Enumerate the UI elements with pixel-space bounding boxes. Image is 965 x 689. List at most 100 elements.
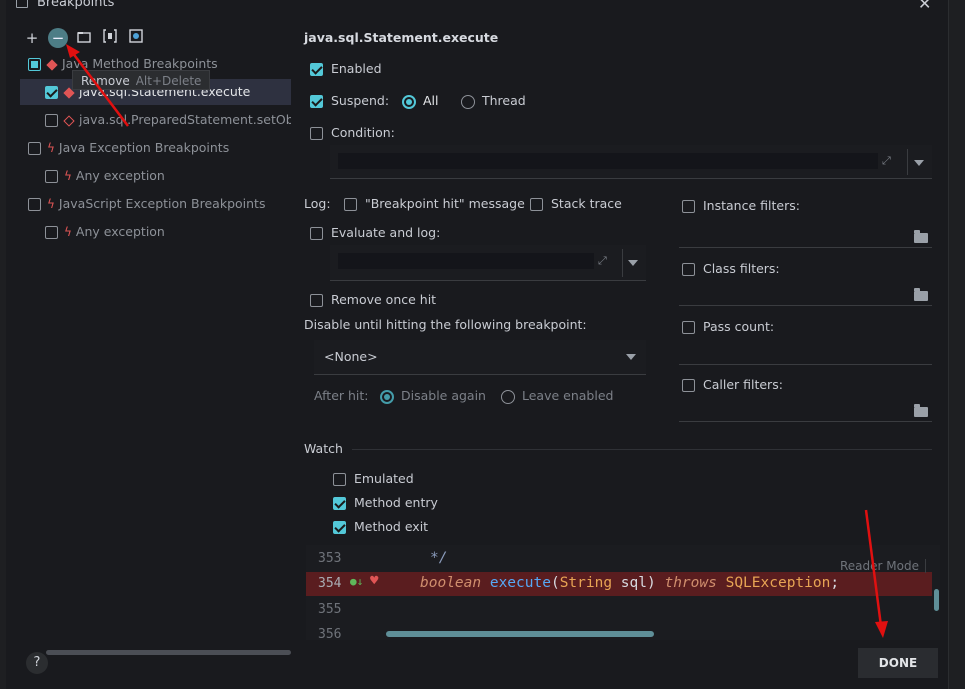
implementation-gutter-icon[interactable]: ●↓ [350, 575, 363, 588]
disable-until-label: Disable until hitting the following brea… [304, 317, 587, 332]
folder-icon[interactable] [914, 404, 928, 417]
dropdown-arrow-icon[interactable] [914, 160, 924, 166]
breakpoint-checkbox[interactable] [45, 114, 58, 127]
enabled-label: Enabled [330, 61, 382, 76]
enabled-checkbox[interactable] [310, 63, 323, 76]
expand-icon[interactable]: ⤢ [882, 154, 891, 168]
breakpoint-view-icon [129, 29, 143, 43]
class-filters-option[interactable]: Class filters: [682, 261, 780, 276]
enabled-option[interactable]: Enabled [310, 61, 382, 76]
code-comment: */ [430, 550, 448, 566]
breakpoints-tree-panel: + − Java Method Breakpoints java.sql.Sta… [16, 18, 294, 655]
method-exit-checkbox[interactable] [333, 521, 346, 534]
close-icon[interactable]: ✕ [918, 0, 931, 13]
stack-trace-checkbox[interactable] [530, 198, 543, 211]
instance-filters-option[interactable]: Instance filters: [682, 198, 800, 213]
class-filters-checkbox[interactable] [682, 263, 695, 276]
disable-again-radio[interactable]: Disable again [380, 388, 486, 404]
log-message-checkbox[interactable] [344, 198, 357, 211]
suspend-thread-label: Thread [481, 93, 526, 108]
evaluate-expression-field[interactable]: ⤢ [330, 245, 646, 281]
caller-filters-label: Caller filters: [702, 377, 783, 392]
condition-input[interactable] [338, 153, 878, 169]
disable-until-selected: <None> [324, 349, 378, 364]
condition-option[interactable]: Condition: [310, 125, 395, 140]
class-group-icon [103, 29, 117, 43]
pass-count-label: Pass count: [702, 319, 775, 334]
evaluate-input[interactable] [338, 253, 594, 269]
folder-icon[interactable] [914, 288, 928, 301]
remove-once-hit-checkbox[interactable] [310, 294, 323, 307]
view-breakpoint-button[interactable] [126, 28, 146, 48]
dropdown-arrow-icon[interactable] [628, 260, 638, 266]
disable-again-label: Disable again [400, 388, 486, 403]
caller-filters-field[interactable] [679, 421, 932, 422]
tooltip-label: Remove [81, 74, 130, 88]
pass-count-option[interactable]: Pass count: [682, 319, 774, 334]
emulated-checkbox[interactable] [333, 473, 346, 486]
code-preview-editor[interactable]: 353 354 355 356 ●↓ ♥ */ boolean execute(… [306, 545, 940, 640]
radio-all[interactable] [402, 94, 416, 109]
suspend-all-label: All [422, 93, 439, 108]
add-breakpoint-button[interactable]: + [22, 28, 42, 48]
suspend-all-radio[interactable]: All [402, 93, 438, 109]
group-checkbox[interactable] [28, 142, 41, 155]
group-checkbox[interactable] [28, 58, 41, 71]
method-exit-option[interactable]: Method exit [333, 519, 428, 534]
emulated-option[interactable]: Emulated [333, 471, 414, 486]
leave-enabled-radio[interactable]: Leave enabled [501, 388, 613, 404]
line-number: 356 [318, 627, 342, 640]
breakpoint-checkbox[interactable] [45, 170, 58, 183]
radio-thread[interactable] [461, 94, 475, 109]
log-message-option[interactable]: "Breakpoint hit" message [344, 196, 525, 211]
instance-filters-field[interactable] [679, 247, 932, 248]
breakpoint-checkbox[interactable] [45, 226, 58, 239]
expand-icon[interactable]: ⤢ [598, 254, 607, 268]
radio-leave-enabled[interactable] [501, 389, 515, 404]
group-by-package-button[interactable] [74, 28, 94, 48]
condition-expression-field[interactable]: ⤢ [330, 145, 932, 179]
suspend-option[interactable]: Suspend: [310, 93, 389, 108]
evaluate-and-log-checkbox[interactable] [310, 227, 323, 240]
class-filters-field[interactable] [679, 305, 932, 306]
tree-item-any-exception-java[interactable]: ϟ Any exception [45, 163, 165, 189]
reader-mode-toggle[interactable]: Reader Mode [840, 559, 926, 573]
group-by-class-button[interactable] [100, 28, 120, 48]
tree-item-any-exception-js[interactable]: ϟ Any exception [45, 219, 165, 245]
leave-enabled-label: Leave enabled [521, 388, 614, 403]
method-entry-option[interactable]: Method entry [333, 495, 438, 510]
exception-breakpoint-icon: ϟ [47, 141, 55, 155]
method-breakpoint-gutter-icon[interactable]: ♥ [370, 573, 378, 589]
caller-filters-option[interactable]: Caller filters: [682, 377, 783, 392]
pass-count-checkbox[interactable] [682, 321, 695, 334]
remove-breakpoint-button[interactable]: − [48, 28, 68, 48]
tree-item-preparedstatement-setobject[interactable]: java.sql.PreparedStatement.setObject [45, 107, 291, 133]
suspend-checkbox[interactable] [310, 95, 323, 108]
radio-disable-again[interactable] [380, 389, 394, 404]
exception-breakpoint-icon: ϟ [64, 225, 72, 239]
after-hit-label: After hit: [314, 388, 369, 403]
tree-horizontal-scrollbar[interactable] [46, 650, 291, 655]
pass-count-field[interactable] [679, 364, 932, 365]
done-button[interactable]: DONE [858, 648, 938, 678]
remove-once-hit-option[interactable]: Remove once hit [310, 292, 436, 307]
group-checkbox[interactable] [28, 198, 41, 211]
folder-icon[interactable] [914, 230, 928, 243]
evaluate-and-log-option[interactable]: Evaluate and log: [310, 225, 440, 240]
help-button[interactable]: ? [26, 652, 48, 674]
evaluate-and-log-label: Evaluate and log: [330, 225, 441, 240]
disable-until-dropdown[interactable]: <None> [314, 340, 646, 375]
method-entry-checkbox[interactable] [333, 497, 346, 510]
caller-filters-checkbox[interactable] [682, 379, 695, 392]
tree-group-java-exception-breakpoints[interactable]: ϟ Java Exception Breakpoints [28, 135, 229, 161]
instance-filters-checkbox[interactable] [682, 200, 695, 213]
tree-group-javascript-exception-breakpoints[interactable]: ϟ JavaScript Exception Breakpoints [28, 191, 265, 217]
dropdown-arrow-icon[interactable] [626, 354, 636, 360]
editor-horizontal-scrollbar[interactable] [386, 631, 654, 637]
stack-trace-option[interactable]: Stack trace [530, 196, 622, 211]
tooltip-shortcut: Alt+Delete [135, 74, 202, 88]
editor-vertical-scrollbar[interactable] [934, 589, 939, 611]
suspend-thread-radio[interactable]: Thread [461, 93, 526, 109]
condition-checkbox[interactable] [310, 127, 323, 140]
breakpoint-checkbox[interactable] [45, 86, 58, 99]
